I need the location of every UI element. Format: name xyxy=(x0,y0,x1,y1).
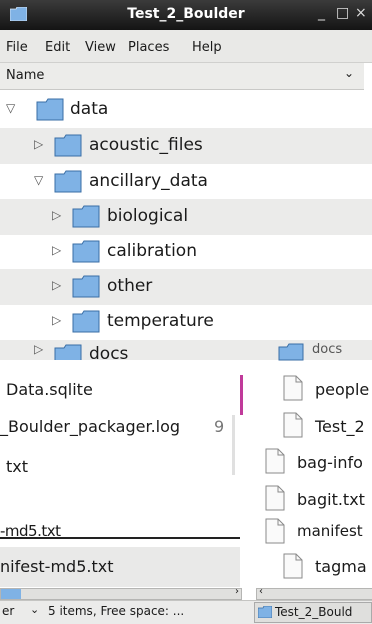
file-name[interactable]: Data.sqlite xyxy=(6,380,93,399)
file-name[interactable]: Test_2 xyxy=(315,417,365,436)
file-name[interactable]: manifest xyxy=(297,522,363,540)
file-name[interactable]: txt xyxy=(6,457,28,476)
document-icon xyxy=(265,448,285,474)
view-select[interactable]: er xyxy=(2,604,14,618)
file-name[interactable]: tagma xyxy=(315,557,367,576)
window-title: Test_2_Boulder xyxy=(127,6,245,22)
file-size-fragment: 9 xyxy=(214,417,225,436)
menu-places[interactable]: Places xyxy=(128,40,169,55)
window-titlebar[interactable]: Test_2_Boulder _ □ × xyxy=(0,0,372,30)
tree-row-other[interactable]: ▷ other xyxy=(0,269,372,305)
file-name[interactable]: nifest-md5.txt xyxy=(0,557,113,576)
file-name[interactable]: bag-info xyxy=(297,453,363,472)
tree-row-biological[interactable]: ▷ biological xyxy=(0,199,372,235)
folder-icon xyxy=(36,98,64,121)
minimize-button[interactable]: _ xyxy=(318,5,325,21)
expander-closed-icon[interactable]: ▷ xyxy=(34,137,43,151)
scrollbar-thumb[interactable] xyxy=(1,589,21,599)
folder-icon xyxy=(72,310,100,333)
tree-row-temperature[interactable]: ▷ temperature xyxy=(0,304,372,340)
tree-row-acoustic-files[interactable]: ▷ acoustic_files xyxy=(0,128,372,164)
menu-bar: File Edit View Places Help xyxy=(0,30,372,63)
status-bar: er ⌄ 5 items, Free space: ... Test_2_Bou… xyxy=(0,600,372,624)
menu-view[interactable]: View xyxy=(85,40,116,55)
menu-file[interactable]: File xyxy=(6,40,28,55)
document-icon xyxy=(283,375,303,401)
menu-edit[interactable]: Edit xyxy=(45,40,70,55)
chevron-down-icon[interactable]: ⌄ xyxy=(30,603,39,616)
expander-closed-icon[interactable]: ▷ xyxy=(52,278,61,292)
expander-closed-icon[interactable]: ▷ xyxy=(52,243,61,257)
selection-marker xyxy=(240,375,243,415)
tree-label: data xyxy=(70,99,109,119)
folder-icon xyxy=(54,134,82,157)
file-name[interactable]: people xyxy=(315,380,369,399)
tree-label: biological xyxy=(107,206,189,226)
file-name[interactable]: _Boulder_packager.log xyxy=(0,417,180,436)
status-text: 5 items, Free space: ... xyxy=(48,604,185,618)
folder-icon xyxy=(54,170,82,193)
document-icon xyxy=(265,518,285,544)
folder-icon xyxy=(72,205,100,228)
tree-label: calibration xyxy=(107,241,197,261)
scroll-right-icon[interactable]: › xyxy=(235,586,239,597)
document-icon xyxy=(283,553,303,579)
folder-icon xyxy=(72,275,100,298)
right-horizontal-scrollbar[interactable]: ‹ xyxy=(256,586,372,600)
folder-name-fragment[interactable]: docs xyxy=(312,342,342,357)
taskbar-window-label: Test_2_Bould xyxy=(275,605,353,619)
document-icon xyxy=(265,485,285,511)
tree-label: ancillary_data xyxy=(89,171,208,191)
chevron-down-icon[interactable]: ⌄ xyxy=(344,66,354,80)
expander-open-icon[interactable]: ▽ xyxy=(6,101,15,115)
column-header[interactable]: Name ⌄ xyxy=(0,63,364,90)
row-divider xyxy=(0,537,240,539)
tree-row-calibration[interactable]: ▷ calibration xyxy=(0,234,372,270)
folder-icon xyxy=(54,344,82,360)
folder-icon xyxy=(258,606,272,618)
expander-open-icon[interactable]: ▽ xyxy=(34,173,43,187)
scroll-left-icon[interactable]: ‹ xyxy=(259,586,263,597)
tree-label: docs xyxy=(89,344,129,360)
tree-label: temperature xyxy=(107,311,214,331)
tree-label: other xyxy=(107,276,153,296)
close-button[interactable]: × xyxy=(355,5,367,21)
expander-closed-icon[interactable]: ▷ xyxy=(52,313,61,327)
file-name[interactable]: bagit.txt xyxy=(297,490,365,509)
tree-row-data[interactable]: ▽ data xyxy=(0,92,372,128)
tree-label: acoustic_files xyxy=(89,135,203,155)
column-divider xyxy=(232,415,235,475)
horizontal-scrollbar[interactable]: › xyxy=(0,586,242,600)
expander-closed-icon[interactable]: ▷ xyxy=(52,208,61,222)
taskbar-window-button[interactable]: Test_2_Bould xyxy=(254,602,372,623)
expander-closed-icon[interactable]: ▷ xyxy=(34,342,43,356)
menu-help[interactable]: Help xyxy=(192,40,222,55)
folder-icon xyxy=(72,240,100,263)
maximize-button[interactable]: □ xyxy=(336,5,349,21)
tree-row-ancillary-data[interactable]: ▽ ancillary_data xyxy=(0,164,372,200)
column-name[interactable]: Name xyxy=(6,68,44,83)
folder-icon xyxy=(278,343,304,361)
document-icon xyxy=(283,412,303,438)
